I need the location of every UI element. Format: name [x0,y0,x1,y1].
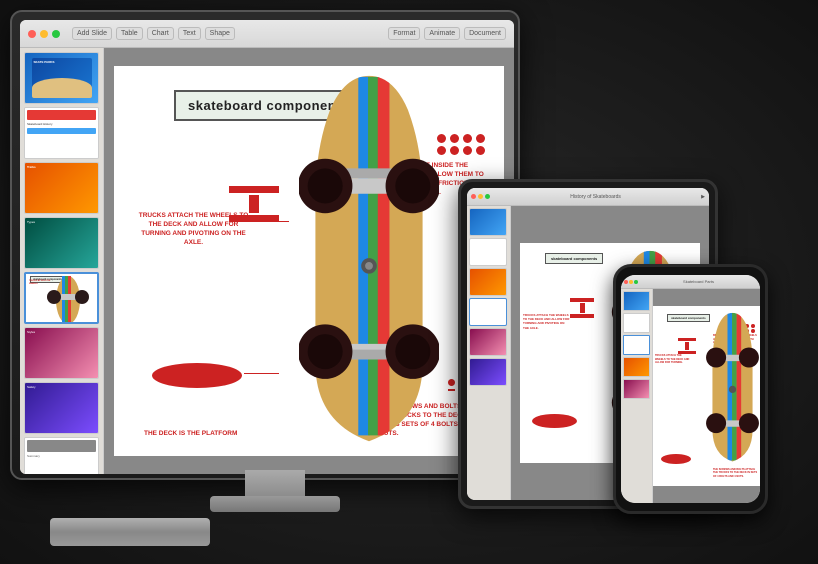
tablet-deck-icon [532,414,577,428]
main-slide-area: skateboard components TRUCKS ATTACH THE … [104,48,514,474]
tablet-thumb-6[interactable] [469,358,507,386]
document-button[interactable]: Document [464,27,506,40]
monitor-screen: Add Slide Table Chart Text Shape Format … [20,20,514,474]
phone-thumb-2[interactable] [623,313,650,333]
phone-body-content: skateboard components [621,289,760,503]
monitor-stand-base [210,496,340,512]
add-slide-button[interactable]: Add Slide [72,27,112,40]
slide-thumb-5[interactable]: skateboard components [24,272,99,324]
tablet-sidebar[interactable] [467,206,511,500]
phone-thumb-4[interactable] [623,357,650,377]
table-button[interactable]: Table [116,27,143,40]
deck-label: THE DECK IS THE PLATFORM [144,430,237,438]
phone-thumb-5[interactable] [623,379,650,399]
connector-trucks [249,221,289,222]
slide-thumb-3[interactable]: Tricks [24,162,99,214]
text-button[interactable]: Text [178,27,201,40]
trucks-label: TRUCKS ATTACH THE WHEELS TO THE DECK AND… [136,211,251,247]
phone-slide-title: skateboard components [667,314,710,322]
tablet-slide-title: skateboard components [545,253,603,264]
slide-thumb-2[interactable]: Skateboard History [24,107,99,159]
mac-mini [50,518,210,546]
phone-skateboard-svg [705,311,760,466]
tablet-play-button[interactable]: ▶ [701,194,705,200]
chart-button[interactable]: Chart [147,27,174,40]
shape-button[interactable]: Shape [205,27,235,40]
tablet-trucks-label: TRUCKS ATTACH THE WHEELS TO THE DECK AND… [523,313,571,330]
phone-body: Skateboard Parts skateboard components [613,264,768,514]
slide-thumb-8[interactable]: Summary [24,437,99,474]
phone-toolbar: Skateboard Parts [621,275,760,289]
traffic-lights [28,30,60,38]
phone-thumb-1[interactable] [623,291,650,311]
phone-sidebar[interactable] [621,289,653,503]
phone-trucks-icon [678,338,696,354]
phone-slide: skateboard components [653,306,760,486]
app-toolbar: Add Slide Table Chart Text Shape Format … [20,20,514,48]
slide-thumb-4[interactable]: Types [24,217,99,269]
phone-deck-icon [661,454,691,464]
phone-screen: Skateboard Parts skateboard components [621,275,760,503]
deck-icon [152,363,242,388]
skateboard-svg [299,71,439,451]
tablet-thumb-3[interactable] [469,268,507,296]
minimize-button[interactable] [40,30,48,38]
tablet-title: History of Skateboards [492,194,699,200]
bearings-dots [437,134,486,155]
phone: Skateboard Parts skateboard components [613,264,768,514]
tablet-toolbar: History of Skateboards ▶ [467,188,709,206]
slide-thumb-1[interactable]: SKATE PARKS [24,52,99,104]
tablet-thumb-2[interactable] [469,238,507,266]
keynote-app: Add Slide Table Chart Text Shape Format … [20,20,514,474]
tablet-thumb-5[interactable] [469,328,507,356]
phone-screws-label: THE SCREWS AND BOLTS ATTACH THE TRUCKS T… [713,468,758,479]
format-button[interactable]: Format [388,27,420,40]
slide-thumb-7[interactable]: Safety [24,382,99,434]
phone-main: skateboard components [653,289,760,503]
close-button[interactable] [28,30,36,38]
tablet-thumb-4[interactable] [469,298,507,326]
phone-thumb-3[interactable] [623,335,650,355]
maximize-button[interactable] [52,30,60,38]
phone-title: Skateboard Parts [640,279,757,284]
phone-trucks-label: TRUCKS ATTACH THE WHEELS TO THE DECK AND… [655,354,690,365]
slide-thumb-6[interactable]: Styles [24,327,99,379]
slide-panel[interactable]: SKATE PARKS Skateboard History [20,48,104,474]
tablet-trucks-icon [570,298,594,318]
phone-keynote-app: Skateboard Parts skateboard components [621,275,760,503]
slide-canvas: skateboard components TRUCKS ATTACH THE … [114,66,504,456]
tablet-thumb-1[interactable] [469,208,507,236]
animate-button[interactable]: Animate [424,27,460,40]
monitor-body: Add Slide Table Chart Text Shape Format … [10,10,520,480]
app-body: SKATE PARKS Skateboard History [20,48,514,474]
connector-deck [244,373,279,374]
